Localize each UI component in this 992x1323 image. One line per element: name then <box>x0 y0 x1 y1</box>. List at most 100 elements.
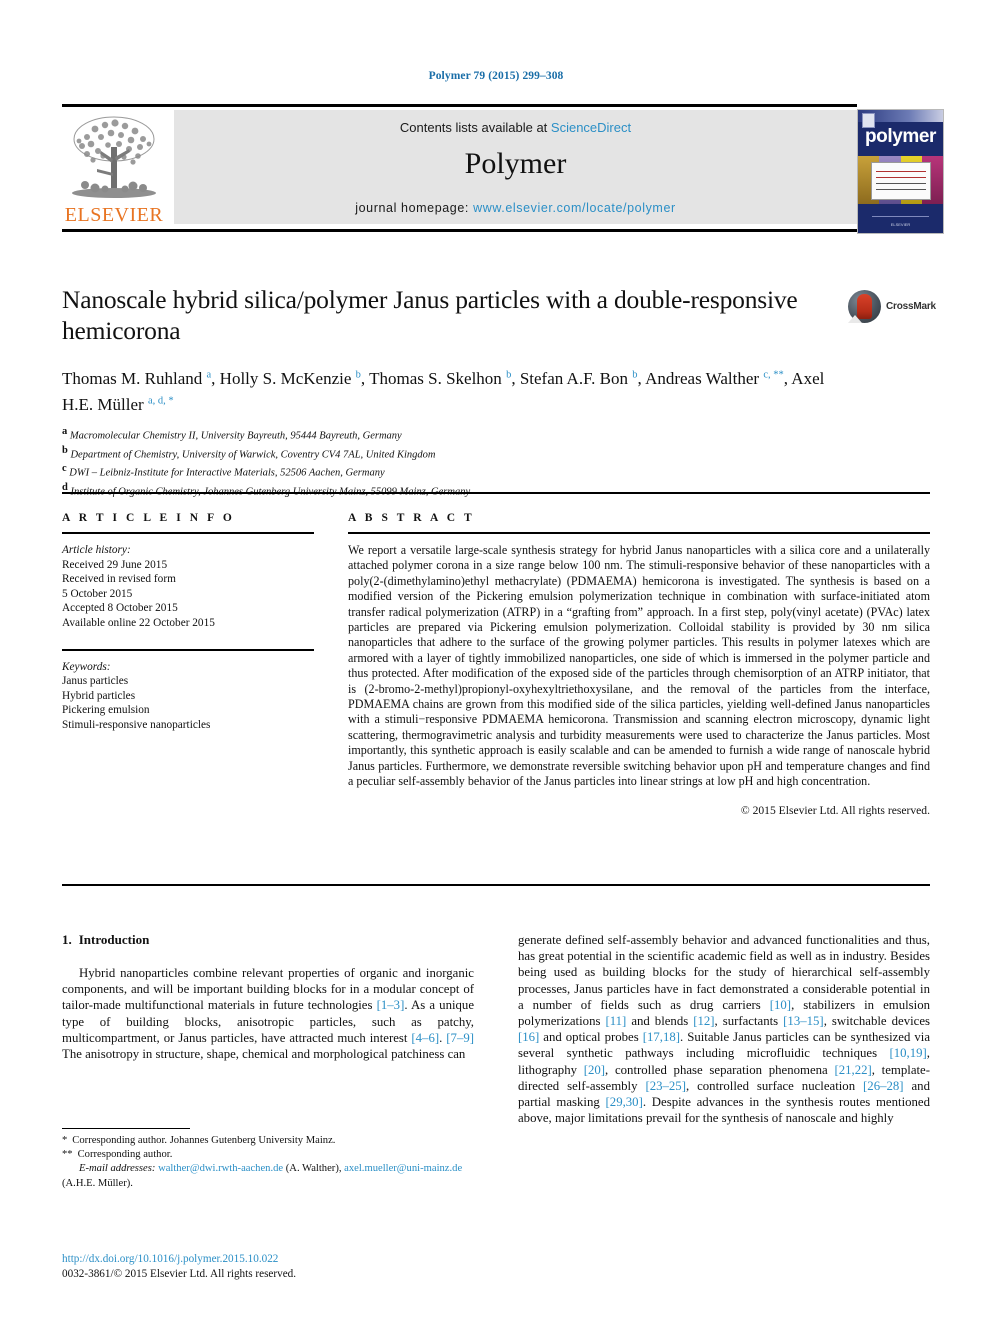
body-text-run: and optical probes <box>539 1030 643 1045</box>
sciencedirect-band: Contents lists available at ScienceDirec… <box>174 110 857 224</box>
author-entry: Andreas Walther c, **, <box>645 368 792 388</box>
citation-link[interactable]: [16] <box>518 1030 539 1044</box>
cover-inset-figure <box>871 162 931 200</box>
body-column-right: generate defined self-assembly behavior … <box>518 932 930 1126</box>
history-item: Accepted 8 October 2015 <box>62 602 178 615</box>
sciencedirect-link[interactable]: ScienceDirect <box>551 120 631 135</box>
body-text-run: and blends <box>626 1014 694 1029</box>
citation-link[interactable]: [7–9] <box>446 1031 474 1045</box>
body-columns: 1. Introduction Hybrid nanoparticles comb… <box>62 932 930 1252</box>
corresponding-author-2-text: Corresponding author. <box>77 1149 173 1161</box>
citation-link[interactable]: [29,30] <box>606 1095 643 1109</box>
affiliation-item: b Department of Chemistry, University of… <box>62 444 436 461</box>
citation-link[interactable]: [4–6] <box>411 1031 439 1045</box>
affiliation-item: a Macromolecular Chemistry II, Universit… <box>62 426 402 442</box>
title-block: Nanoscale hybrid silica/polymer Janus pa… <box>62 284 837 499</box>
elsevier-wordmark: ELSEVIER <box>64 204 164 226</box>
crossmark-badge[interactable]: CrossMark <box>848 290 942 324</box>
crossmark-notch <box>848 315 862 323</box>
elsevier-tree-icon <box>67 113 161 201</box>
body-text-run: , switchable devices <box>823 1014 930 1029</box>
cover-footer-text: ELSEVIER <box>890 222 911 227</box>
footnote-rule <box>62 1128 190 1129</box>
abstract-heading: A B S T R A C T <box>348 512 475 524</box>
email-link-walther[interactable]: walther@dwi.rwth-aachen.de <box>158 1163 283 1174</box>
citation-link[interactable]: [11] <box>605 1014 626 1028</box>
crossmark-icon <box>848 290 881 323</box>
paper-page: Polymer 79 (2015) 299–308 ELSEVIER Conte… <box>0 0 992 1323</box>
cover-divider <box>872 216 929 217</box>
intro-paragraph-right: generate defined self-assembly behavior … <box>518 932 930 1126</box>
issn-copyright: 0032-3861/© 2015 Elsevier Ltd. All right… <box>62 1268 297 1280</box>
citation-link[interactable]: [21,22] <box>834 1063 871 1077</box>
email-label: E-mail addresses: <box>79 1163 156 1175</box>
section-number: 1. <box>62 932 72 947</box>
email-link-mueller[interactable]: axel.mueller@uni-mainz.de <box>344 1163 462 1174</box>
affiliation-item: d Institute of Organic Chemistry, Johann… <box>62 481 837 500</box>
citation-link[interactable]: [23–25] <box>645 1079 686 1093</box>
cover-title-text: polymer <box>864 126 937 147</box>
keyword-item: Hybrid particles <box>62 689 136 702</box>
footnote-block: * Corresponding author. Johannes Gutenber… <box>62 1128 474 1191</box>
history-item: Received in revised form <box>62 573 176 586</box>
keywords-rule <box>62 648 314 651</box>
keyword-item: Pickering emulsion <box>62 704 150 717</box>
abstract-rule <box>348 532 930 534</box>
article-history-label: Article history: <box>62 544 131 556</box>
body-text-run: , controlled surface nucleation <box>685 1078 864 1093</box>
homepage-prefix: journal homepage: <box>355 201 474 215</box>
keyword-item: Stimuli-responsive nanoparticles <box>62 718 211 731</box>
homepage-url-link[interactable]: www.elsevier.com/locate/polymer <box>473 201 676 215</box>
citation-link[interactable]: [20] <box>584 1063 605 1077</box>
abstract-column: A B S T R A C T We report a versatile la… <box>348 512 930 817</box>
affiliation-list: a Macromolecular Chemistry II, Universit… <box>62 425 837 499</box>
affiliation-text: Department of Chemistry, University of W… <box>70 449 436 461</box>
section-heading-introduction: 1. Introduction <box>62 932 474 948</box>
info-section-top-rule <box>62 492 930 494</box>
author-entry: Thomas S. Skelhon b, <box>369 368 520 388</box>
doi-link[interactable]: http://dx.doi.org/10.1016/j.polymer.2015… <box>62 1252 474 1267</box>
citation-link[interactable]: [17,18] <box>643 1030 680 1044</box>
affiliation-text: DWI – Leibniz-Institute for Interactive … <box>69 467 385 479</box>
contents-prefix: Contents lists available at <box>399 120 551 135</box>
corresponding-author-1: * Corresponding author. Johannes Gutenber… <box>62 1134 474 1148</box>
author-entry: Holly S. McKenzie b, <box>219 368 370 388</box>
citation-link[interactable]: [13–15] <box>783 1014 824 1028</box>
citation-link[interactable]: [12] <box>693 1014 714 1028</box>
citation-link[interactable]: [10] <box>770 998 791 1012</box>
citation-link[interactable]: [1–3] <box>377 998 405 1012</box>
elsevier-logo: ELSEVIER <box>62 109 166 229</box>
page-title: Nanoscale hybrid silica/polymer Janus pa… <box>62 285 798 345</box>
masthead-top-rule <box>62 104 857 107</box>
masthead-bottom-rule <box>62 229 857 232</box>
keywords-label: Keywords: <box>62 660 111 673</box>
citation-link[interactable]: [10,19] <box>889 1046 926 1060</box>
history-item: Available online 22 October 2015 <box>62 616 215 629</box>
history-item: Received 29 June 2015 <box>62 558 168 571</box>
section-title: Introduction <box>78 932 150 947</box>
journal-homepage-line: journal homepage: www.elsevier.com/locat… <box>174 201 857 215</box>
footnote-marker: * <box>62 1135 68 1146</box>
info-section-bottom-rule <box>62 884 930 886</box>
author-entry: Thomas M. Ruhland a, <box>62 368 220 388</box>
corresponding-author-2: ** Corresponding author. <box>62 1148 474 1162</box>
crossmark-label: CrossMark <box>886 301 936 312</box>
email-name-mueller: (A.H.E. Müller). <box>62 1177 133 1189</box>
keyword-item: Janus particles <box>62 675 129 688</box>
contents-lists-line: Contents lists available at ScienceDirec… <box>174 120 857 135</box>
author-list: Thomas M. Ruhland a, Holly S. McKenzie b… <box>62 363 837 416</box>
body-text-run: , controlled phase separation phenomena <box>605 1062 835 1077</box>
journal-masthead: ELSEVIER Contents lists available at Sci… <box>62 104 944 234</box>
abstract-copyright: © 2015 Elsevier Ltd. All rights reserved… <box>740 803 930 817</box>
article-history-group: Article history: Received 29 June 2015 R… <box>62 543 314 631</box>
intro-paragraph-left: Hybrid nanoparticles combine relevant pr… <box>62 965 474 1062</box>
footnote-marker: ** <box>62 1149 73 1161</box>
email-name-walther: (A. Walther), <box>283 1163 345 1175</box>
citation-link[interactable]: [26–28] <box>863 1079 904 1093</box>
abstract-text: We report a versatile large-scale synthe… <box>348 543 930 789</box>
doi-block: http://dx.doi.org/10.1016/j.polymer.2015… <box>62 1252 474 1282</box>
affiliation-text: Macromolecular Chemistry II, University … <box>69 430 402 442</box>
journal-title: Polymer <box>464 147 567 180</box>
affiliation-item: c DWI – Leibniz-Institute for Interactiv… <box>62 463 385 479</box>
